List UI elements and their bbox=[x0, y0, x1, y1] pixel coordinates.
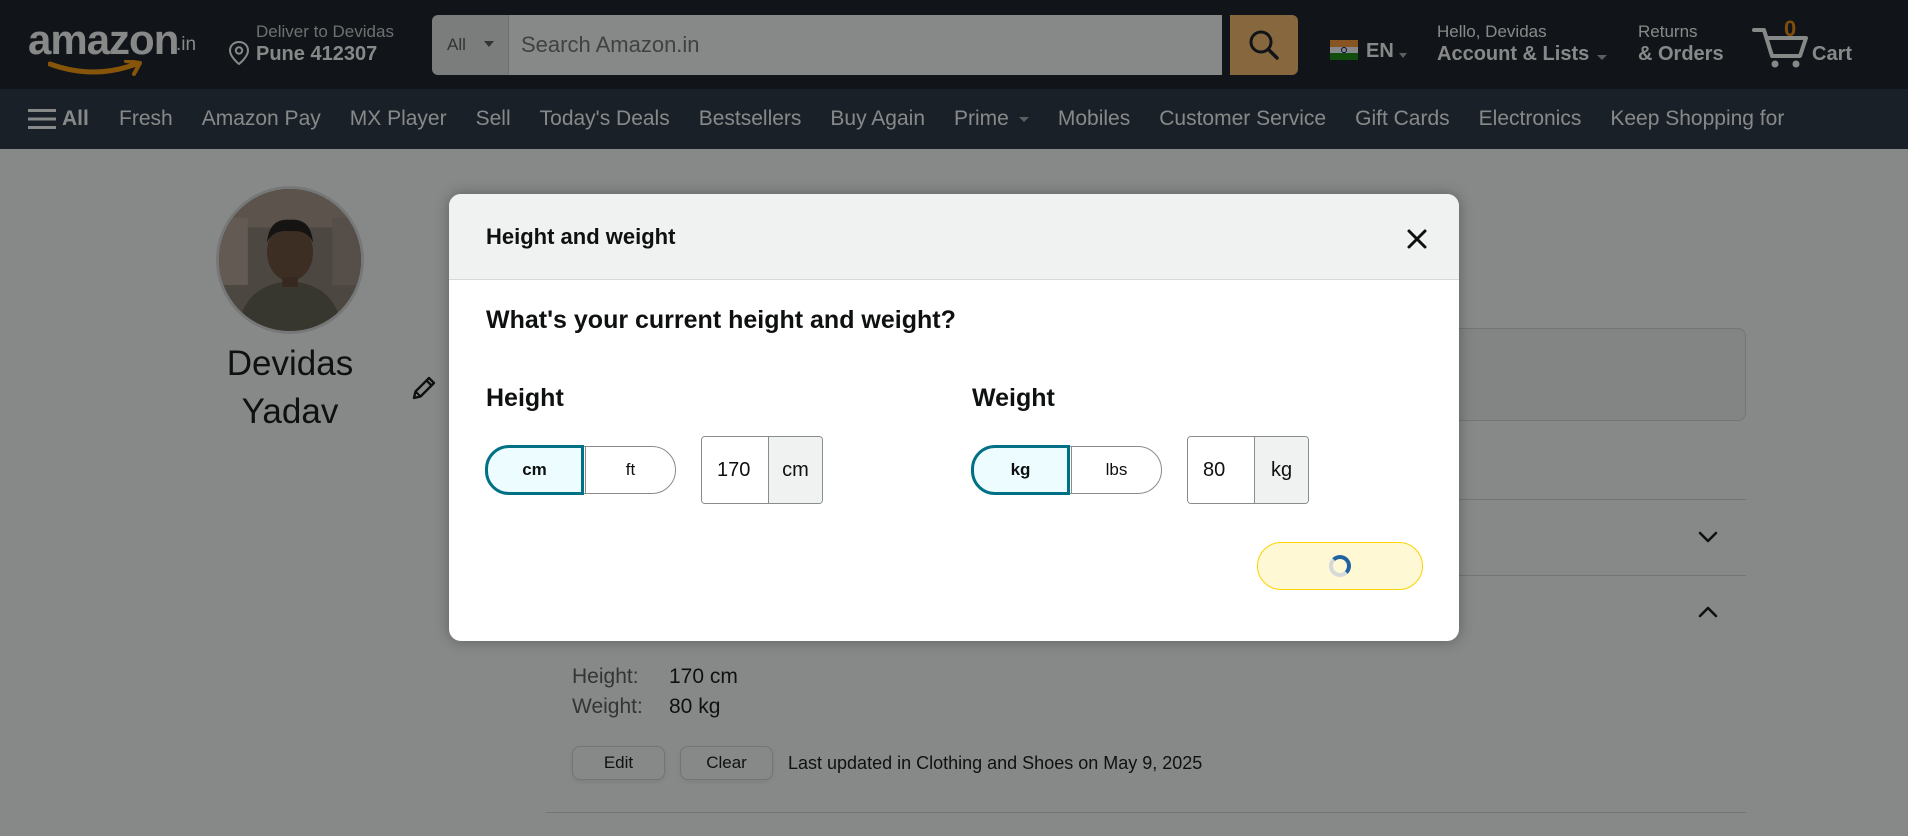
height-unit-cm-option[interactable]: cm bbox=[485, 445, 584, 495]
dialog-question: What's your current height and weight? bbox=[486, 306, 956, 334]
weight-unit-kg-option[interactable]: kg bbox=[971, 445, 1070, 495]
loading-spinner-icon bbox=[1329, 555, 1351, 577]
close-icon[interactable] bbox=[1404, 226, 1430, 252]
height-field: cm bbox=[701, 436, 823, 504]
height-weight-dialog: Height and weight What's your current he… bbox=[449, 194, 1459, 641]
weight-input[interactable] bbox=[1188, 437, 1254, 503]
dialog-title: Height and weight bbox=[486, 224, 676, 249]
weight-unit-suffix: kg bbox=[1254, 437, 1308, 503]
save-button[interactable] bbox=[1257, 542, 1423, 590]
dialog-header: Height and weight bbox=[449, 194, 1459, 280]
weight-label: Weight bbox=[972, 384, 1055, 412]
weight-unit-lbs-option[interactable]: lbs bbox=[1071, 447, 1161, 493]
height-unit-suffix: cm bbox=[768, 437, 822, 503]
weight-field: kg bbox=[1187, 436, 1309, 504]
height-label: Height bbox=[486, 384, 564, 412]
height-unit-toggle: cm ft bbox=[485, 445, 676, 495]
height-unit-ft-option[interactable]: ft bbox=[585, 447, 675, 493]
weight-unit-toggle: kg lbs bbox=[971, 445, 1162, 495]
height-input[interactable] bbox=[702, 437, 768, 503]
